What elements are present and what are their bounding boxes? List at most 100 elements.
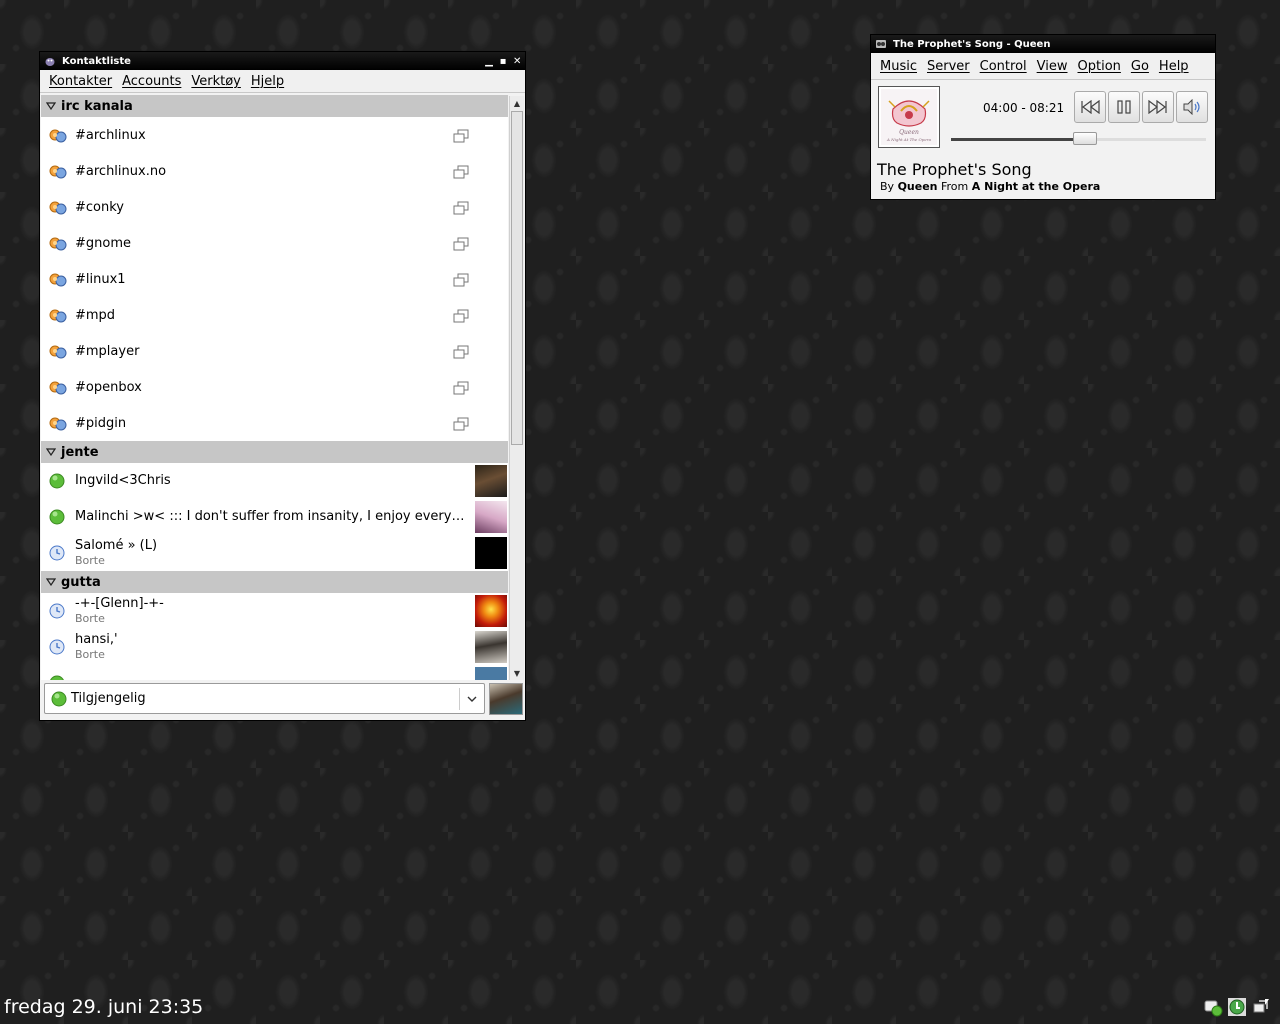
irc-channel-row[interactable]: #mplayer [41, 333, 508, 369]
buddy-row[interactable]: Salomé » (L) Borte [41, 535, 508, 571]
scroll-up-arrow-icon[interactable]: ▲ [510, 96, 524, 110]
buddy-row[interactable]: hansi,' Borte [41, 629, 508, 665]
menu-accounts[interactable]: Accounts [117, 74, 186, 89]
pause-icon [1117, 100, 1131, 114]
network-tray-icon[interactable] [1251, 996, 1271, 1018]
buddy-row-partial[interactable] [41, 665, 508, 680]
buddy-status-text: Borte [75, 612, 105, 625]
player-app-icon [875, 38, 887, 50]
player-titlebar[interactable]: The Prophet's Song - Queen [871, 35, 1215, 53]
minimize-icon[interactable]: ▁ [485, 56, 493, 67]
open-chat-window-icon[interactable] [453, 237, 469, 255]
group-header-jente[interactable]: jente [41, 441, 508, 463]
buddy-list-scrollbar[interactable]: ▲ ▼ [509, 96, 524, 680]
buddy-avatar [475, 537, 507, 569]
group-name: irc kanala [61, 98, 133, 114]
album-cover[interactable]: Queen A Night At The Opera [878, 86, 940, 148]
expander-down-icon[interactable] [41, 448, 61, 456]
buddy-status-text: Borte [75, 554, 105, 567]
previous-icon [1081, 100, 1100, 114]
buddy-row[interactable]: -+-[Glenn]-+- Borte [41, 593, 508, 629]
irc-channel-row[interactable]: #conky [41, 189, 508, 225]
open-chat-window-icon[interactable] [453, 129, 469, 147]
seek-bar-fill [951, 138, 1074, 141]
scrollbar-thumb[interactable] [511, 111, 523, 445]
chevron-down-icon[interactable] [459, 687, 484, 710]
open-chat-window-icon[interactable] [453, 345, 469, 363]
buddy-avatar [475, 631, 507, 663]
next-icon [1148, 100, 1167, 114]
group-header-irc-kanala[interactable]: irc kanala [41, 95, 508, 117]
maximize-icon[interactable]: ▪ [499, 56, 507, 67]
open-chat-window-icon[interactable] [453, 273, 469, 291]
irc-channel-row[interactable]: #mpd [41, 297, 508, 333]
buddy-avatar [475, 501, 507, 533]
menu-music[interactable]: Music [875, 59, 922, 74]
chat-people-icon [49, 308, 67, 328]
system-tray [1203, 996, 1271, 1018]
seek-bar-handle[interactable] [1073, 132, 1098, 145]
pause-button[interactable] [1108, 91, 1140, 123]
desktop-clock: fredag 29. juni 23:35 [4, 996, 204, 1018]
open-chat-window-icon[interactable] [453, 309, 469, 327]
open-chat-window-icon[interactable] [453, 417, 469, 435]
own-avatar[interactable] [489, 683, 523, 715]
buddy-row[interactable]: Malinchi >w< ::: I don't suffer from ins… [41, 499, 508, 535]
channel-name: #mpd [75, 307, 116, 323]
music-player-window: The Prophet's Song - Queen Music Server … [870, 34, 1216, 200]
irc-channel-row[interactable]: #gnome [41, 225, 508, 261]
chat-people-icon [49, 344, 67, 364]
menu-server[interactable]: Server [922, 59, 975, 74]
player-menubar: Music Server Control View Option Go Help [871, 53, 1215, 80]
buddy-name: Salomé » (L) [75, 538, 158, 553]
status-selector[interactable]: Tilgjengelig [44, 683, 485, 714]
away-status-icon [49, 639, 65, 659]
expander-down-icon[interactable] [41, 578, 61, 586]
contact-list-titlebar[interactable]: Kontaktliste ▁ ▪ ✕ [40, 52, 525, 70]
chat-people-icon [49, 272, 67, 292]
chat-people-icon [49, 236, 67, 256]
buddy-name: hansi,' [75, 632, 118, 647]
chat-people-icon [49, 128, 67, 148]
contact-list-menubar: Kontakter Accounts Verktøy Hjelp [40, 70, 525, 93]
menu-control[interactable]: Control [975, 59, 1032, 74]
menu-view[interactable]: View [1032, 59, 1073, 74]
pidgin-tray-icon[interactable] [1203, 996, 1223, 1018]
song-title: The Prophet's Song [877, 160, 1032, 179]
open-chat-window-icon[interactable] [453, 165, 469, 183]
group-name: gutta [61, 574, 101, 590]
menu-help[interactable]: Help [1154, 59, 1194, 74]
update-tray-icon[interactable] [1227, 996, 1247, 1018]
irc-channel-row[interactable]: #archlinux [41, 117, 508, 153]
menu-go[interactable]: Go [1126, 59, 1154, 74]
irc-channel-row[interactable]: #linux1 [41, 261, 508, 297]
available-status-icon [49, 473, 65, 493]
close-icon[interactable]: ✕ [513, 56, 521, 67]
chat-people-icon [49, 380, 67, 400]
volume-button[interactable] [1176, 91, 1208, 123]
scroll-down-arrow-icon[interactable]: ▼ [510, 666, 524, 680]
open-chat-window-icon[interactable] [453, 381, 469, 399]
seek-bar[interactable] [951, 132, 1206, 145]
irc-channel-row[interactable]: #pidgin [41, 405, 508, 441]
group-header-gutta[interactable]: gutta [41, 571, 508, 593]
previous-button[interactable] [1074, 91, 1106, 123]
next-button[interactable] [1142, 91, 1174, 123]
channel-name: #pidgin [75, 415, 127, 431]
chat-people-icon [49, 164, 67, 184]
menu-verktoy[interactable]: Verktøy [186, 74, 246, 89]
album-name: A Night at the Opera [971, 180, 1101, 193]
group-name: jente [61, 444, 99, 460]
pidgin-icon [44, 55, 56, 67]
menu-hjelp[interactable]: Hjelp [246, 74, 289, 89]
irc-channel-row[interactable]: #openbox [41, 369, 508, 405]
buddy-row[interactable]: Ingvild<3Chris [41, 463, 508, 499]
buddy-list[interactable]: irc kanala #archlinux #archlinux.no #conky… [41, 95, 508, 680]
open-chat-window-icon[interactable] [453, 201, 469, 219]
chat-people-icon [49, 416, 67, 436]
menu-option[interactable]: Option [1073, 59, 1126, 74]
irc-channel-row[interactable]: #archlinux.no [41, 153, 508, 189]
expander-down-icon[interactable] [41, 102, 61, 110]
menu-kontakter[interactable]: Kontakter [44, 74, 117, 89]
channel-name: #linux1 [75, 271, 126, 287]
